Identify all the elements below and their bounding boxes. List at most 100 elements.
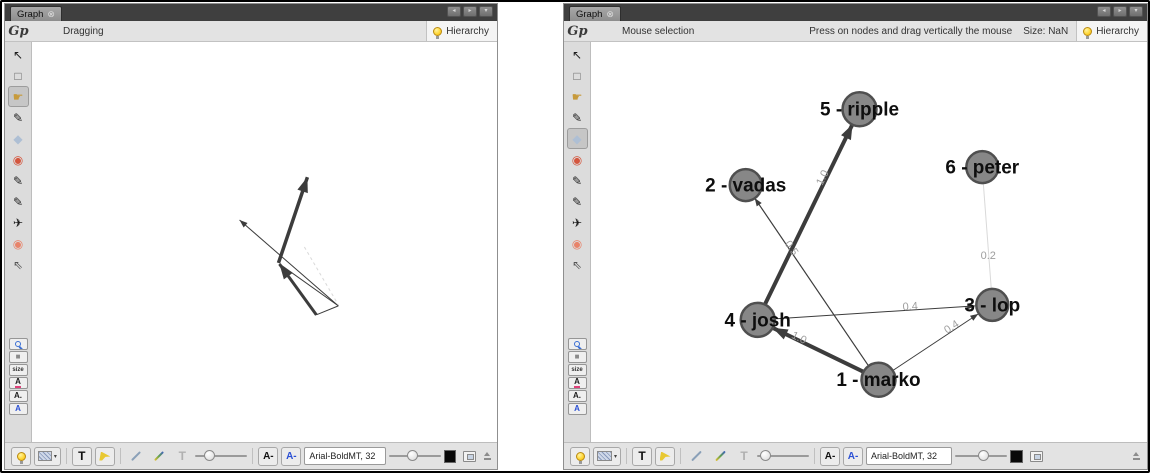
graph-canvas[interactable]: 1.00.51.00.40.40.25 - ripple6 - peter2 -…	[591, 42, 1147, 443]
scroll-right-icon[interactable]: ▸	[1113, 6, 1127, 17]
node-pencil-tool[interactable]: ✎	[567, 170, 588, 191]
hierarchy-toggle[interactable]: Hierarchy	[1076, 21, 1147, 41]
edge-label-t-button[interactable]: T	[734, 447, 754, 466]
drag-tool[interactable]: ☛	[8, 86, 29, 107]
default-color-swatch[interactable]	[1010, 450, 1023, 463]
slider-knob[interactable]	[204, 450, 215, 461]
graph-node-label: 5 - ripple	[820, 100, 899, 121]
screenshot-button[interactable]	[459, 447, 479, 466]
drag-tool[interactable]: ☛	[567, 86, 588, 107]
window-menu-icon[interactable]: ▾	[1129, 6, 1143, 17]
scroll-left-icon[interactable]: ◂	[447, 6, 461, 17]
node-label-size-button[interactable]: A-	[820, 447, 840, 466]
slider-knob[interactable]	[760, 450, 771, 461]
heatmap-tool[interactable]: ◉	[567, 233, 588, 254]
background-color-button[interactable]: ■	[568, 351, 587, 363]
brush-tool[interactable]: ◉	[8, 149, 29, 170]
context-bulb-button[interactable]	[570, 447, 590, 466]
bulb-icon	[17, 452, 26, 461]
painter-tool[interactable]: ✎	[567, 107, 588, 128]
diamond-icon: ◆	[572, 133, 581, 145]
edit-tool[interactable]: ⇖	[567, 254, 588, 275]
sizer-tool[interactable]: ◆	[567, 128, 588, 149]
font-field[interactable]: Arial-BoldMT, 32	[304, 447, 386, 465]
direct-selection-tool[interactable]: ↖	[567, 44, 588, 65]
edge-weight-slider[interactable]	[757, 450, 809, 462]
show-node-labels-button[interactable]: T	[72, 447, 92, 466]
edge-color-mode-button[interactable]	[149, 447, 169, 466]
edge-arrowhead-icon	[755, 198, 762, 206]
edge-label-size-button[interactable]: A-	[281, 447, 301, 466]
edge-pencil-tool[interactable]: ✎	[8, 191, 29, 212]
graph-edge[interactable]	[775, 306, 976, 319]
show-edge-labels-button[interactable]	[95, 447, 115, 466]
node-label-size-button[interactable]: A-	[258, 447, 278, 466]
label-size-button[interactable]: A.	[9, 390, 28, 402]
label-color-button[interactable]: A	[9, 377, 28, 389]
graph-canvas[interactable]	[32, 42, 497, 443]
show-edge-labels-button[interactable]	[655, 447, 675, 466]
edge-thumbnail-dropdown[interactable]: ▾	[593, 447, 621, 466]
color-wheel-icon: ◉	[572, 154, 582, 166]
scroll-right-icon[interactable]: ▸	[463, 6, 477, 17]
hierarchy-toggle[interactable]: Hierarchy	[426, 21, 497, 41]
graph-edge[interactable]	[892, 314, 978, 371]
node-pencil-tool[interactable]: ✎	[8, 170, 29, 191]
edge-line-button[interactable]	[126, 447, 146, 466]
label-font-button[interactable]: A	[9, 403, 28, 415]
show-node-labels-button[interactable]: T	[632, 447, 652, 466]
rectangle-selection-tool[interactable]: □	[8, 65, 29, 86]
edge-color-mode-button[interactable]	[710, 447, 731, 466]
label-font-button[interactable]: A	[568, 403, 587, 415]
center-on-graph-button[interactable]	[9, 338, 28, 350]
graph-edge[interactable]	[983, 183, 991, 289]
tool-strip: ↖□☛✎◆◉✎✎✈◉⇖ ■sizeAA.A	[564, 42, 591, 442]
default-color-swatch[interactable]	[444, 450, 456, 463]
close-icon[interactable]: ⊗	[606, 10, 614, 19]
shortest-path-tool[interactable]: ✈	[8, 212, 29, 233]
graph-edge[interactable]	[755, 198, 869, 366]
edge-pencil-tool[interactable]: ✎	[567, 191, 588, 212]
collapse-toolbar-icon[interactable]	[483, 452, 491, 460]
tab-graph[interactable]: Graph ⊗	[569, 6, 621, 21]
edge-line-button[interactable]	[686, 447, 707, 466]
brush-tool[interactable]: ◉	[567, 149, 588, 170]
edge-weight-label: 0.4	[902, 300, 918, 313]
label-size-button[interactable]: A.	[568, 390, 587, 402]
center-on-graph-button[interactable]	[568, 338, 587, 350]
graph-edge[interactable]	[279, 264, 338, 306]
airplane-icon: ✈	[572, 217, 582, 229]
edit-tool[interactable]: ⇖	[8, 254, 29, 275]
graph-edge[interactable]	[773, 328, 864, 372]
collapse-toolbar-icon[interactable]	[1132, 452, 1141, 460]
edge-label-t-button[interactable]: T	[172, 447, 192, 466]
window-menu-icon[interactable]: ▾	[479, 6, 493, 17]
letter-icon: A	[574, 378, 580, 388]
edge-weight-slider[interactable]	[195, 450, 247, 462]
screenshot-button[interactable]	[1026, 447, 1047, 466]
context-bulb-button[interactable]	[11, 447, 31, 466]
edge-label-size-button[interactable]: A-	[843, 447, 863, 466]
graph-edge[interactable]	[316, 306, 338, 315]
label-scale-slider[interactable]	[955, 450, 1007, 462]
size-mode-button[interactable]: size	[568, 364, 587, 376]
font-field[interactable]: Arial-BoldMT, 32	[866, 447, 952, 465]
edge-line-icon	[691, 451, 702, 462]
shortest-path-tool[interactable]: ✈	[567, 212, 588, 233]
tab-graph[interactable]: Graph ⊗	[10, 6, 62, 21]
painter-tool[interactable]: ✎	[8, 107, 29, 128]
background-color-button[interactable]: ■	[9, 351, 28, 363]
close-icon[interactable]: ⊗	[47, 10, 55, 19]
heatmap-tool[interactable]: ◉	[8, 233, 29, 254]
size-mode-button[interactable]: size	[9, 364, 28, 376]
label-scale-slider[interactable]	[389, 450, 441, 462]
scroll-left-icon[interactable]: ◂	[1097, 6, 1111, 17]
direct-selection-tool[interactable]: ↖	[8, 44, 29, 65]
slider-knob[interactable]	[407, 450, 418, 461]
edge-thumbnail-dropdown[interactable]: ▾	[34, 447, 61, 466]
sizer-tool[interactable]: ◆	[8, 128, 29, 149]
label-color-button[interactable]: A	[568, 377, 587, 389]
graph-edge[interactable]	[304, 247, 338, 305]
rectangle-selection-tool[interactable]: □	[567, 65, 588, 86]
slider-knob[interactable]	[978, 450, 989, 461]
